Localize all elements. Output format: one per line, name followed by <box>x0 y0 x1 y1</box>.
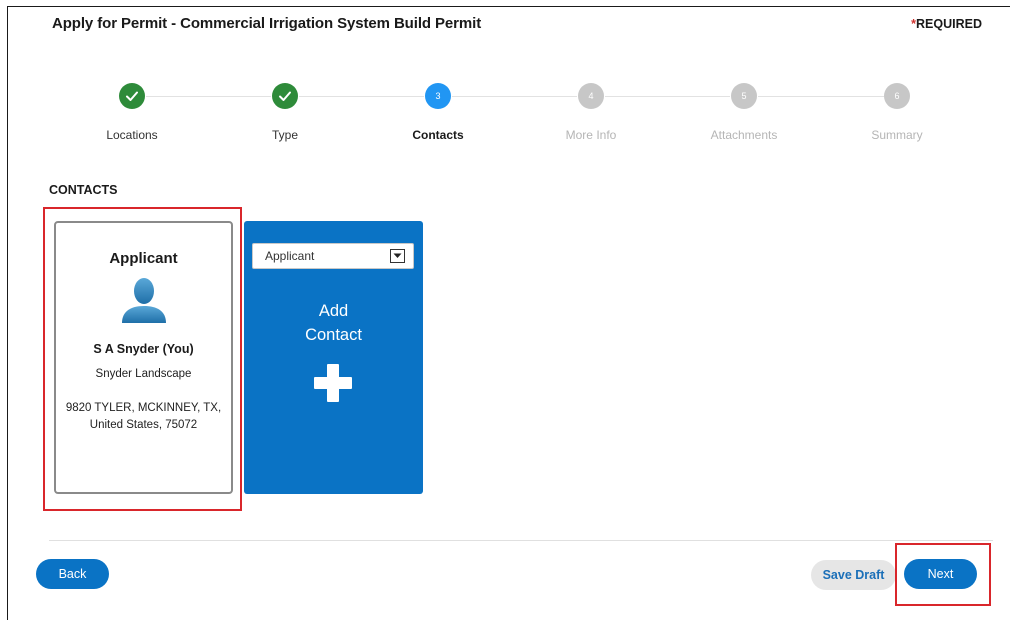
contact-company: Snyder Landscape <box>95 368 192 380</box>
step-attachments: 5 Attachments <box>684 83 804 142</box>
add-contact-card[interactable]: Applicant Add Contact <box>244 221 423 494</box>
step-label: Contacts <box>412 128 464 142</box>
contact-type-selected-value: Applicant <box>265 249 315 263</box>
step-label: Type <box>271 128 298 142</box>
required-indicator: *REQUIRED <box>911 17 982 31</box>
step-complete-circle <box>119 83 145 109</box>
checkmark-icon <box>279 91 291 101</box>
add-contact-label: Add Contact <box>244 299 423 347</box>
step-complete-circle <box>272 83 298 109</box>
required-label: REQUIRED <box>916 17 982 31</box>
step-contacts[interactable]: 3 Contacts <box>378 83 498 142</box>
step-label: Summary <box>871 128 923 142</box>
contact-role: Applicant <box>109 250 178 267</box>
applicant-contact-card[interactable]: Applicant S A Snyder (You) Snyder Landsc… <box>54 221 233 494</box>
plus-icon[interactable] <box>314 364 352 402</box>
save-draft-button[interactable]: Save Draft <box>811 560 896 590</box>
page-title: Apply for Permit - Commercial Irrigation… <box>52 15 482 32</box>
address-line: United States, 75072 <box>89 419 198 431</box>
chevron-down-icon <box>390 249 405 263</box>
step-number-circle: 3 <box>425 83 451 109</box>
step-more-info: 4 More Info <box>531 83 651 142</box>
next-button[interactable]: Next <box>904 559 977 589</box>
person-avatar-icon <box>121 278 166 323</box>
add-contact-label-line: Add <box>318 302 349 320</box>
step-number-circle: 5 <box>731 83 757 109</box>
step-locations[interactable]: Locations <box>72 83 192 142</box>
step-label: Locations <box>106 128 158 142</box>
step-label: Attachments <box>710 128 778 142</box>
contact-address: 9820 TYLER, MCKINNEY, TX, United States,… <box>56 400 231 434</box>
add-contact-label-line: Contact <box>305 326 362 344</box>
step-type[interactable]: Type <box>225 83 345 142</box>
contacts-section-title: CONTACTS <box>49 183 118 197</box>
step-summary: 6 Summary <box>837 83 957 142</box>
contact-name: S A Snyder (You) <box>93 342 194 356</box>
checkmark-icon <box>126 91 138 101</box>
step-number-circle: 6 <box>884 83 910 109</box>
address-line: 9820 TYLER, MCKINNEY, TX, <box>65 402 222 414</box>
step-label: More Info <box>565 128 617 142</box>
contact-type-select[interactable]: Applicant <box>252 243 414 269</box>
footer-divider <box>49 540 993 541</box>
step-number-circle: 4 <box>578 83 604 109</box>
back-button[interactable]: Back <box>36 559 109 589</box>
